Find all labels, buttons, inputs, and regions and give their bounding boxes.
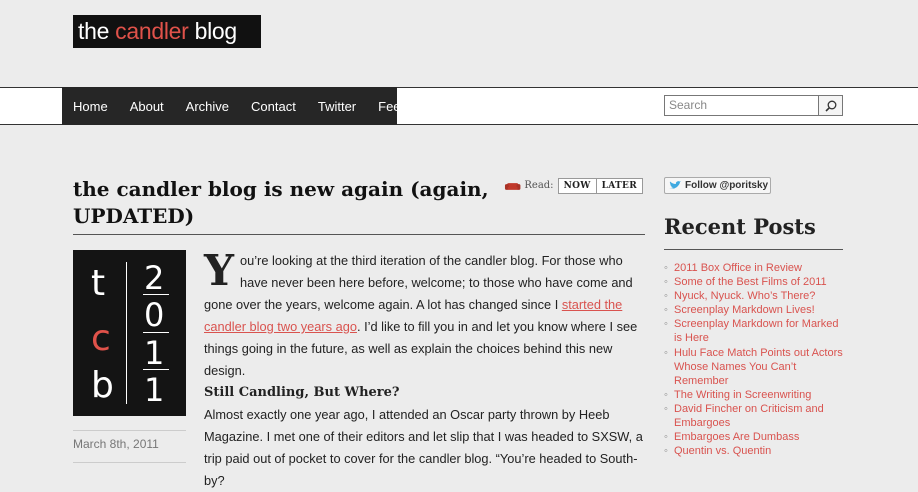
badge-digit-3: 1 bbox=[144, 334, 165, 372]
recent-post-link[interactable]: The Writing in Screenwriting bbox=[664, 388, 849, 402]
read-now-button[interactable]: NOW bbox=[559, 179, 596, 193]
search-icon bbox=[824, 100, 836, 112]
recent-post-link[interactable]: Quentin vs. Quentin bbox=[664, 444, 849, 458]
badge-letter-t: t bbox=[91, 263, 106, 304]
badge-digit-1: 2 bbox=[144, 259, 165, 297]
nav-home[interactable]: Home bbox=[73, 99, 108, 114]
badge-rule bbox=[143, 294, 169, 295]
site-logo[interactable]: the candler blog bbox=[73, 15, 261, 48]
post-body: You’re looking at the third iteration of… bbox=[204, 250, 644, 492]
recent-posts-heading: Recent Posts bbox=[664, 214, 816, 239]
search-form: Search bbox=[664, 95, 844, 116]
nav-about[interactable]: About bbox=[130, 99, 164, 114]
logo-suffix: blog bbox=[188, 18, 238, 44]
read-label: Read: bbox=[524, 180, 554, 191]
nav-contact[interactable]: Contact bbox=[251, 99, 296, 114]
logo-prefix: the bbox=[78, 18, 116, 44]
follow-label: Follow @poritsky bbox=[685, 180, 769, 191]
search-input[interactable]: Search bbox=[664, 95, 824, 116]
post-paragraph: You’re looking at the third iteration of… bbox=[204, 250, 644, 382]
search-button[interactable] bbox=[818, 95, 843, 116]
recent-post-link[interactable]: 2011 Box Office in Review bbox=[664, 261, 849, 275]
tcb-2011-badge: t c b 2 0 1 1 bbox=[73, 250, 186, 416]
read-later-widget: Read: NOW LATER bbox=[504, 177, 643, 194]
badge-letter-c: c bbox=[91, 318, 111, 359]
recent-posts-divider bbox=[664, 249, 843, 250]
date-divider bbox=[73, 462, 186, 463]
badge-digit-2: 0 bbox=[144, 296, 165, 334]
badge-letter-b: b bbox=[91, 365, 114, 406]
recent-post-link[interactable]: Screenplay Markdown for Marked is Here bbox=[664, 317, 849, 345]
recent-posts-list: 2011 Box Office in Review Some of the Be… bbox=[664, 261, 849, 458]
nav-twitter[interactable]: Twitter bbox=[318, 99, 356, 114]
armchair-icon bbox=[504, 182, 521, 190]
badge-rule bbox=[143, 332, 169, 333]
drop-cap: Y bbox=[204, 246, 234, 295]
badge-rule bbox=[143, 369, 169, 370]
twitter-follow-button[interactable]: Follow @poritsky bbox=[664, 177, 771, 194]
post-date: March 8th, 2011 bbox=[73, 430, 186, 451]
title-divider bbox=[73, 234, 645, 235]
badge-divider bbox=[126, 262, 127, 404]
post-subheading: Still Candling, But Where? bbox=[204, 385, 400, 400]
nav-archive[interactable]: Archive bbox=[186, 99, 229, 114]
recent-post-link[interactable]: Nyuck, Nyuck. Who’s There? bbox=[664, 289, 849, 303]
recent-post-link[interactable]: Some of the Best Films of 2011 bbox=[664, 275, 849, 289]
main-nav: Home About Archive Contact Twitter Feed bbox=[62, 87, 408, 125]
recent-post-link[interactable]: Embargoes Are Dumbass bbox=[664, 430, 849, 444]
nav-feed[interactable]: Feed bbox=[378, 99, 408, 114]
recent-post-link[interactable]: Hulu Face Match Points out Actors Whose … bbox=[664, 346, 849, 388]
badge-digit-4: 1 bbox=[144, 371, 165, 409]
read-later-button[interactable]: LATER bbox=[595, 178, 642, 193]
recent-post-link[interactable]: Screenplay Markdown Lives! bbox=[664, 303, 849, 317]
twitter-bird-icon bbox=[669, 181, 681, 189]
post-paragraph: Almost exactly one year ago, I attended … bbox=[204, 407, 643, 488]
post-title[interactable]: the candler blog is new again (again, UP… bbox=[73, 176, 493, 230]
logo-accent: candler bbox=[115, 18, 189, 44]
recent-post-link[interactable]: David Fincher on Criticism and Embargoes bbox=[664, 402, 849, 430]
